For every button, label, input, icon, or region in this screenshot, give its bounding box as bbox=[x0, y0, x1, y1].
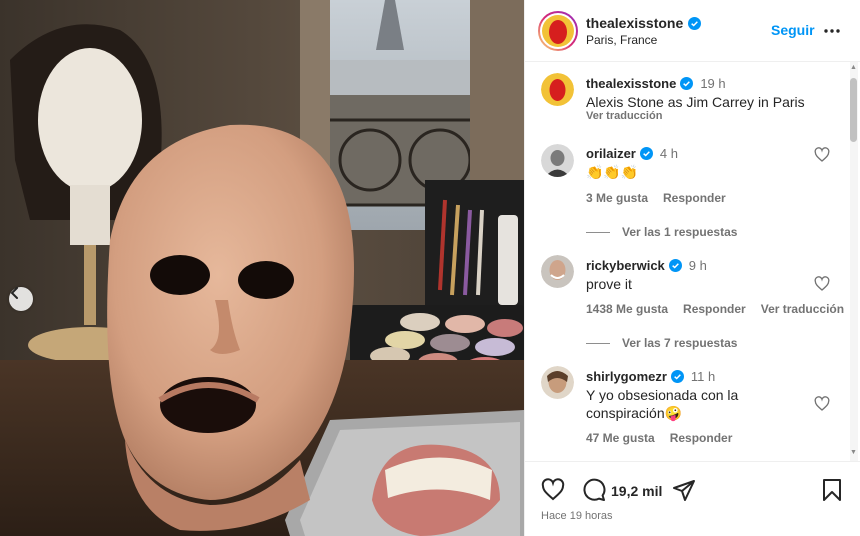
comments-list[interactable]: thealexisstone 19 h Alexis Stone as Jim … bbox=[525, 62, 860, 461]
verified-icon bbox=[680, 77, 694, 90]
comment-avatar[interactable] bbox=[541, 255, 574, 288]
share-button[interactable] bbox=[672, 478, 696, 505]
comment-text-line: Y yo obsesionada con la bbox=[586, 387, 739, 403]
comment-button[interactable] bbox=[582, 478, 606, 505]
post-timestamp[interactable]: Hace 19 horas bbox=[541, 510, 613, 522]
comment-translate-link[interactable]: Ver traducción bbox=[761, 302, 844, 316]
verified-icon bbox=[670, 370, 684, 383]
view-replies-button[interactable]: Ver las 1 respuestas bbox=[586, 225, 737, 239]
like-comment-button[interactable] bbox=[814, 276, 830, 295]
bookmark-icon bbox=[823, 479, 841, 501]
reply-button[interactable]: Responder bbox=[683, 302, 746, 316]
author-username[interactable]: thealexisstone bbox=[586, 15, 702, 31]
comment-time[interactable]: 9 h bbox=[689, 258, 707, 273]
post-media[interactable] bbox=[0, 0, 524, 536]
previous-image-button[interactable] bbox=[9, 287, 33, 311]
view-replies-button[interactable]: Ver las 7 respuestas bbox=[586, 336, 737, 350]
heart-icon bbox=[814, 147, 830, 162]
verified-icon bbox=[639, 147, 653, 160]
comments-scrollbar[interactable]: ▲ ▼ bbox=[848, 62, 859, 461]
author-avatar[interactable] bbox=[538, 11, 578, 51]
scrollbar-thumb[interactable] bbox=[850, 78, 857, 142]
more-icon bbox=[824, 29, 840, 33]
follow-button[interactable]: Seguir bbox=[771, 22, 815, 38]
comment-username[interactable]: shirlygomezr bbox=[586, 369, 667, 384]
like-comment-button[interactable] bbox=[814, 396, 830, 415]
comment-icon bbox=[583, 478, 606, 501]
post-photo bbox=[0, 0, 524, 536]
comment-text: 👏👏👏 bbox=[586, 164, 639, 180]
reply-button[interactable]: Responder bbox=[663, 191, 726, 205]
comment-text: prove it bbox=[586, 276, 632, 292]
comment-likes[interactable]: 47 Me gusta bbox=[586, 431, 655, 445]
post-header: thealexisstone Paris, France Seguir bbox=[525, 0, 860, 62]
more-options-button[interactable] bbox=[823, 22, 841, 43]
share-icon bbox=[673, 480, 695, 501]
heart-icon bbox=[814, 276, 830, 291]
caption-translate-link[interactable]: Ver traducción bbox=[586, 110, 662, 122]
post-side-panel: thealexisstone Paris, France Seguir thea… bbox=[524, 0, 860, 536]
comment-likes[interactable]: 3 Me gusta bbox=[586, 191, 648, 205]
comment-count: 19,2 mil bbox=[611, 483, 663, 499]
comment-username[interactable]: orilaizer bbox=[586, 146, 636, 161]
comment-avatar[interactable] bbox=[541, 366, 574, 399]
caption-time[interactable]: 19 h bbox=[700, 76, 725, 91]
save-button[interactable] bbox=[822, 478, 842, 505]
like-comment-button[interactable] bbox=[814, 147, 830, 166]
heart-icon bbox=[814, 396, 830, 411]
post-location[interactable]: Paris, France bbox=[586, 33, 657, 47]
comment-text: Y yo obsesionada con la conspiración🤪 bbox=[586, 386, 806, 422]
reply-button[interactable]: Responder bbox=[670, 431, 733, 445]
comment-likes[interactable]: 1438 Me gusta bbox=[586, 302, 668, 316]
scroll-down-arrow-icon[interactable]: ▼ bbox=[850, 449, 857, 456]
comment-time[interactable]: 11 h bbox=[691, 369, 715, 384]
chevron-left-icon bbox=[10, 287, 18, 299]
comment-avatar[interactable] bbox=[541, 144, 574, 177]
comment-time[interactable]: 4 h bbox=[660, 146, 678, 161]
caption-username[interactable]: thealexisstone bbox=[586, 76, 676, 91]
heart-icon bbox=[541, 478, 565, 501]
caption-text: Alexis Stone as Jim Carrey in Paris bbox=[586, 94, 805, 110]
verified-icon bbox=[688, 16, 702, 30]
comment-username[interactable]: rickyberwick bbox=[586, 258, 665, 273]
comment-text-line: conspiración🤪 bbox=[586, 405, 683, 421]
post-actions: 19,2 mil Hace 19 horas bbox=[525, 461, 860, 536]
like-button[interactable] bbox=[541, 478, 565, 505]
verified-icon bbox=[668, 259, 682, 272]
caption-avatar[interactable] bbox=[541, 73, 574, 106]
scroll-up-arrow-icon[interactable]: ▲ bbox=[850, 64, 857, 71]
